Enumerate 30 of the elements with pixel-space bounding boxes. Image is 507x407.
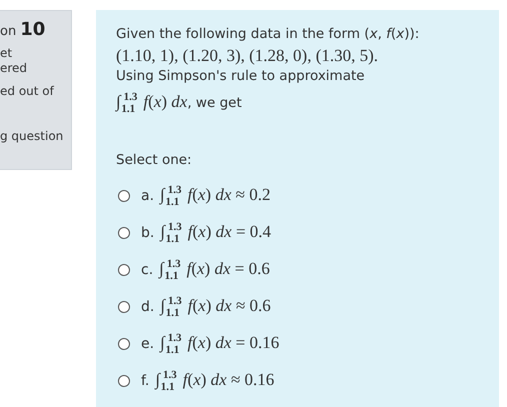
option-formula: ∫$^{1.3}$$_{1.1}$ f(x) dx = 0.6 — [159, 258, 270, 282]
radio-button[interactable] — [118, 264, 130, 276]
question-text: Given the following data in the form (x, f(x)): — [116, 25, 420, 44]
info-text: ed out of — [0, 84, 56, 99]
radio-button[interactable] — [118, 338, 130, 350]
option-formula: ∫$^{1.3}$$_{1.1}$ f(x) dx ≈ 0.16 — [155, 368, 274, 392]
question-text: (1.10, 1), (1.20, 3), (1.28, 0), (1.30, 5). — [116, 45, 380, 66]
radio-button[interactable] — [118, 190, 130, 202]
question-text: Using Simpson's rule to approximate — [116, 67, 366, 86]
option-letter: d. — [141, 298, 154, 314]
radio-button[interactable] — [118, 226, 130, 238]
option-letter: e. — [141, 336, 154, 352]
question-label: on — [0, 24, 16, 39]
radio-button[interactable] — [118, 300, 130, 312]
radio-button[interactable] — [118, 374, 130, 386]
option-formula: ∫$^{1.3}$$_{1.1}$ f(x) dx = 0.4 — [160, 220, 272, 244]
info-text: et — [0, 46, 14, 61]
info-text: g question — [0, 129, 64, 144]
prompt-text: Select one: — [116, 151, 193, 170]
question-text: , we get — [187, 94, 242, 113]
option-letter: f. — [141, 372, 150, 388]
option-letter: c. — [141, 262, 154, 278]
option-formula: ∫$^{1.3}$$_{1.1}$ f(x) dx ≈ 0.6 — [160, 294, 271, 318]
integral-formula: ∫$^{1.3}$$_{1.1}$ f(x) dx — [116, 90, 188, 117]
info-text: ered — [0, 61, 28, 76]
option-formula: ∫$^{1.3}$$_{1.1}$ f(x) dx = 0.16 — [160, 332, 280, 356]
option-letter: b. — [141, 224, 154, 240]
option-letter: a. — [141, 188, 154, 204]
question-number: 10 — [20, 19, 46, 40]
option-formula: ∫$^{1.3}$$_{1.1}$ f(x) dx ≈ 0.2 — [160, 184, 270, 208]
